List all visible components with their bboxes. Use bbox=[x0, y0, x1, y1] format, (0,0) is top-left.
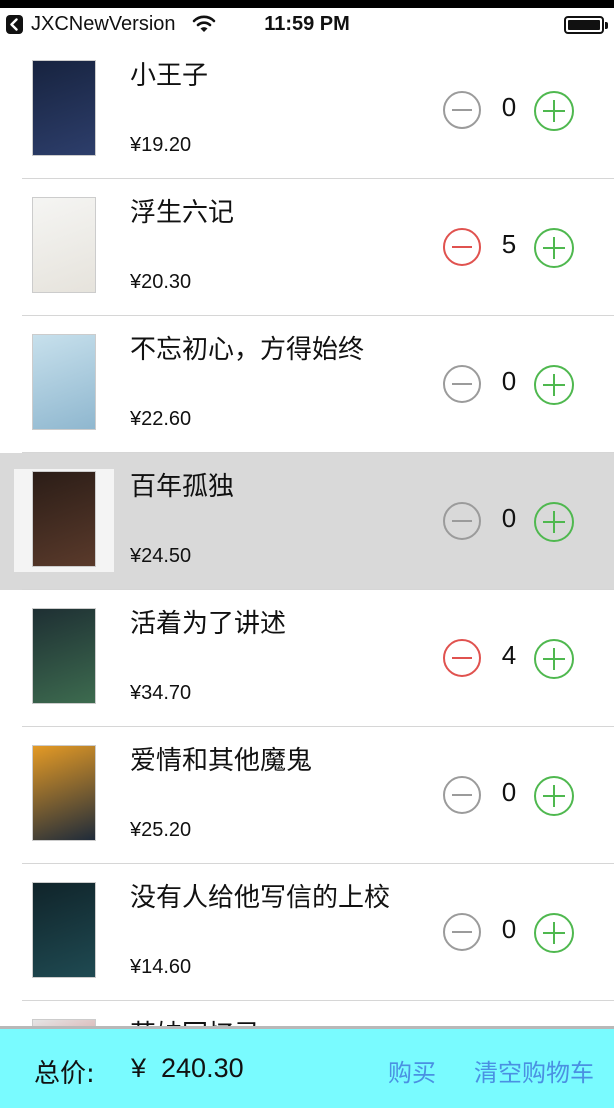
increase-quantity-icon[interactable] bbox=[533, 90, 575, 132]
book-price: ¥34.70 bbox=[130, 682, 192, 704]
increase-quantity-icon[interactable] bbox=[533, 501, 575, 543]
book-row[interactable]: 爱情和其他魔鬼 ¥25.20 0 bbox=[0, 727, 614, 864]
decrease-quantity-icon[interactable] bbox=[442, 912, 482, 952]
book-cover-image bbox=[32, 334, 96, 430]
book-cover-image bbox=[32, 60, 96, 156]
book-title: 浮生六记 bbox=[130, 198, 235, 228]
book-cover-image bbox=[32, 471, 96, 567]
total-label: 总价: bbox=[34, 1059, 95, 1089]
book-row[interactable]: 没有人给他写信的上校 ¥14.60 0 bbox=[0, 864, 614, 1001]
book-cover-image bbox=[32, 882, 96, 978]
quantity-value: 0 bbox=[501, 777, 517, 807]
quantity-value: 0 bbox=[501, 503, 517, 533]
quantity-value: 0 bbox=[501, 366, 517, 396]
increase-quantity-icon[interactable] bbox=[533, 638, 575, 680]
decrease-quantity-icon[interactable] bbox=[442, 501, 482, 541]
book-price: ¥25.20 bbox=[130, 819, 192, 841]
increase-quantity-icon[interactable] bbox=[533, 775, 575, 817]
book-title: 爱情和其他魔鬼 bbox=[130, 746, 313, 776]
book-title: 小王子 bbox=[130, 61, 209, 91]
book-title: 苦妓回忆录 bbox=[130, 1014, 260, 1026]
increase-quantity-icon[interactable] bbox=[533, 364, 575, 406]
book-title: 百年孤独 bbox=[130, 472, 235, 502]
book-title: 没有人给他写信的上校 bbox=[130, 883, 391, 913]
app-screen: JXCNewVersion 11:59 PM 小王子 ¥19.20 0 浮生六记 ¥20… bbox=[0, 0, 614, 1108]
book-price: ¥22.60 bbox=[130, 408, 192, 430]
book-title: 不忘初心，方得始终 bbox=[130, 335, 365, 365]
battery-icon bbox=[564, 16, 608, 34]
quantity-value: 5 bbox=[501, 229, 517, 259]
total-value: ¥ 240.30 bbox=[131, 1053, 244, 1083]
book-row[interactable]: 不忘初心，方得始终 ¥22.60 0 bbox=[0, 316, 614, 453]
decrease-quantity-icon[interactable] bbox=[442, 364, 482, 404]
book-list[interactable]: 小王子 ¥19.20 0 浮生六记 ¥20.30 5 不忘初心，方得始终 ¥22.60 0 百年孤… bbox=[0, 42, 614, 1026]
quantity-value: 0 bbox=[501, 914, 517, 944]
cart-footer: 总价: ¥ 240.30 购买 清空购物车 bbox=[0, 1026, 614, 1108]
book-price: ¥19.20 bbox=[130, 134, 192, 156]
book-row[interactable]: 百年孤独 ¥24.50 0 bbox=[0, 453, 614, 590]
decrease-quantity-icon[interactable] bbox=[442, 775, 482, 815]
book-title: 活着为了讲述 bbox=[130, 609, 287, 639]
decrease-quantity-icon[interactable] bbox=[442, 90, 482, 130]
quantity-value: 4 bbox=[501, 640, 517, 670]
book-row[interactable]: 活着为了讲述 ¥34.70 4 bbox=[0, 590, 614, 727]
book-cover-image bbox=[32, 1019, 96, 1026]
status-time: 11:59 PM bbox=[264, 13, 350, 35]
book-cover-image bbox=[32, 608, 96, 704]
buy-button[interactable]: 购买 bbox=[388, 1053, 436, 1088]
book-row[interactable]: 浮生六记 ¥20.30 5 bbox=[0, 179, 614, 316]
book-row[interactable]: 小王子 ¥19.20 0 bbox=[0, 42, 614, 179]
status-bar: JXCNewVersion 11:59 PM bbox=[0, 8, 614, 42]
book-row[interactable]: 苦妓回忆录 bbox=[0, 1001, 614, 1026]
book-cover-image bbox=[32, 197, 96, 293]
increase-quantity-icon[interactable] bbox=[533, 227, 575, 269]
top-bar bbox=[0, 0, 614, 8]
book-cover-image bbox=[32, 745, 96, 841]
quantity-value: 0 bbox=[501, 92, 517, 122]
increase-quantity-icon[interactable] bbox=[533, 912, 575, 954]
book-price: ¥20.30 bbox=[130, 271, 192, 293]
decrease-quantity-icon[interactable] bbox=[442, 638, 482, 678]
book-price: ¥14.60 bbox=[130, 956, 192, 978]
clear-cart-button[interactable]: 清空购物车 bbox=[474, 1053, 594, 1088]
book-price: ¥24.50 bbox=[130, 545, 192, 567]
decrease-quantity-icon[interactable] bbox=[442, 227, 482, 267]
